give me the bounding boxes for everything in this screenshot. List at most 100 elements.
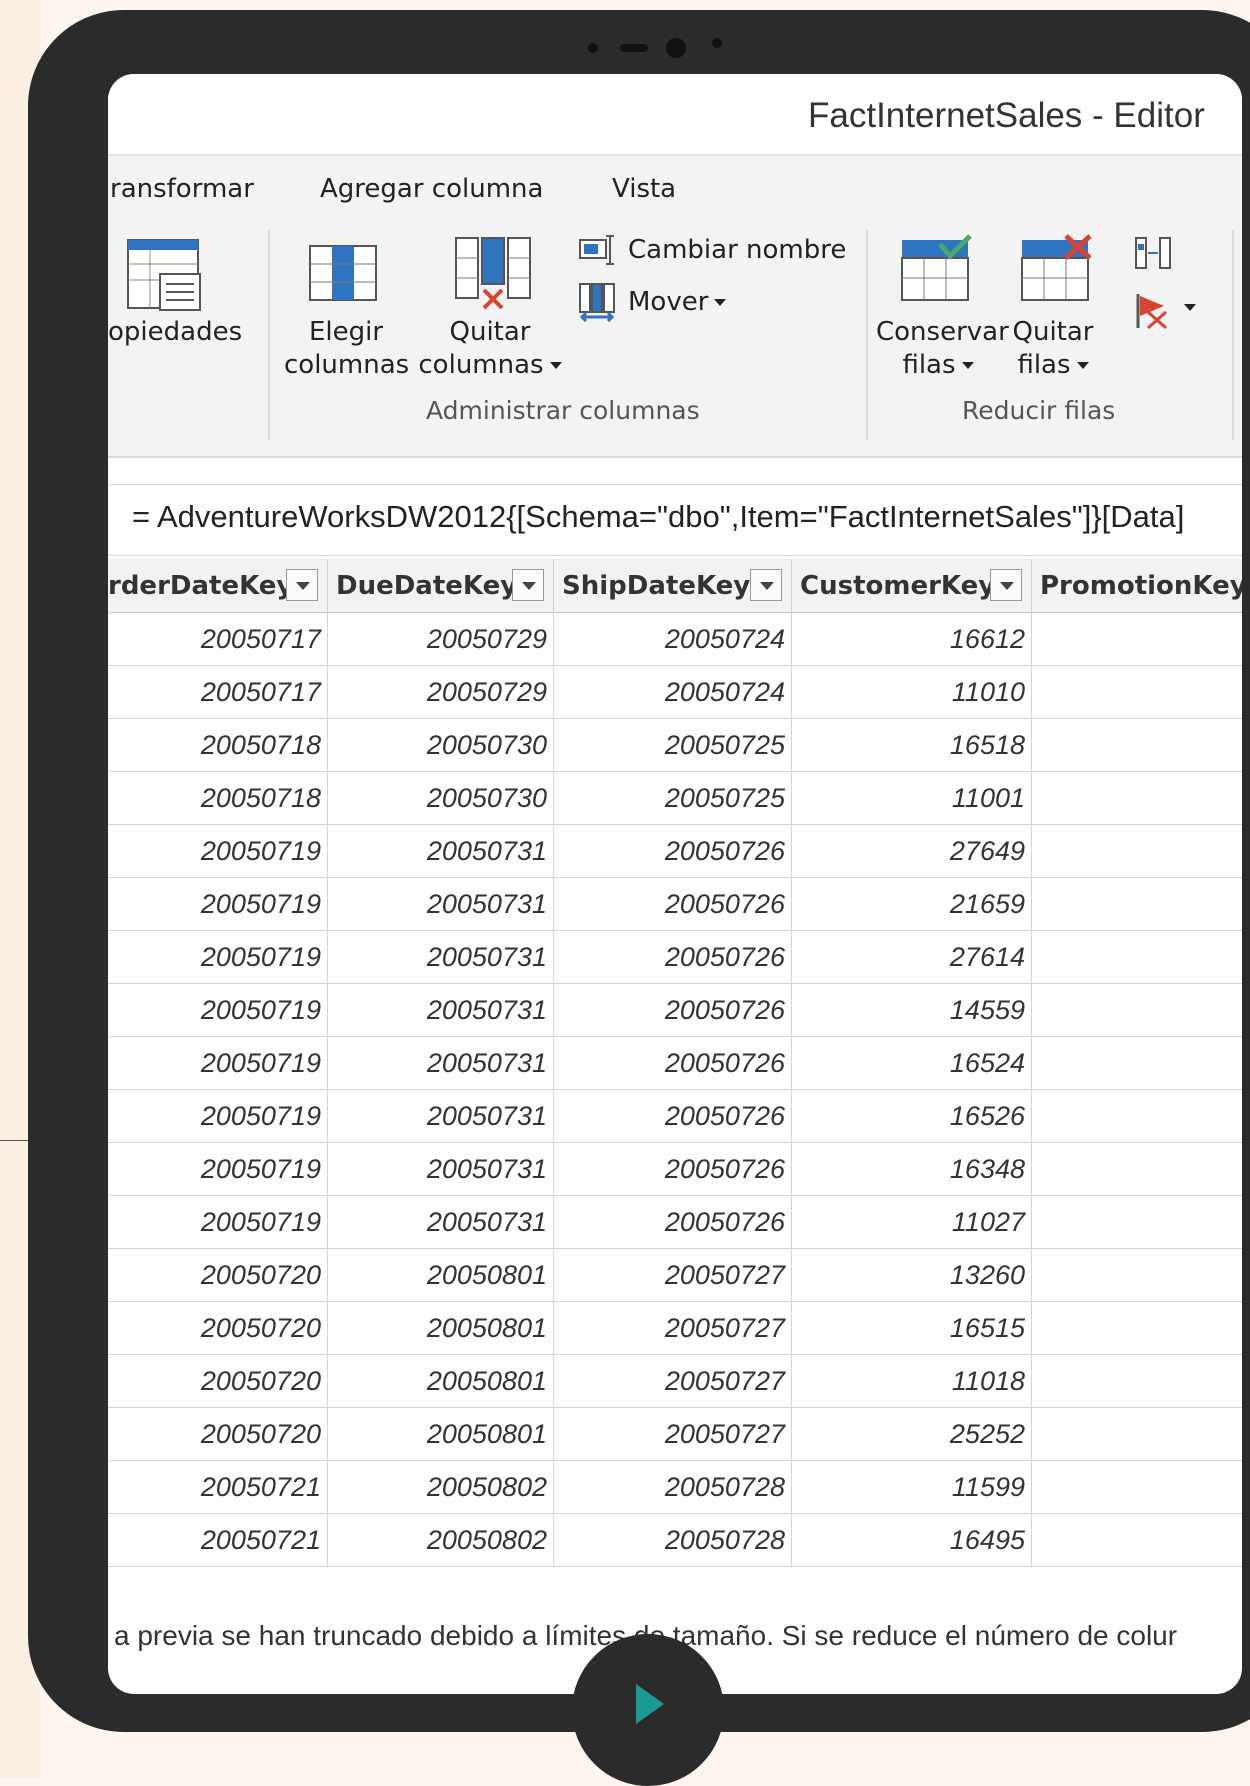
column-header-customerkey[interactable]: CustomerKey xyxy=(792,559,1032,613)
formula-bar[interactable]: = AdventureWorksDW2012{[Schema="dbo",Ite… xyxy=(108,484,1242,556)
table-cell[interactable]: 20050731 xyxy=(328,878,554,931)
table-cell[interactable]: 20050728 xyxy=(554,1461,792,1514)
table-cell[interactable]: 20050721 xyxy=(108,1514,328,1567)
formula-text[interactable]: = AdventureWorksDW2012{[Schema="dbo",Ite… xyxy=(132,499,1184,535)
table-cell[interactable] xyxy=(1032,825,1242,878)
table-cell[interactable]: 20050719 xyxy=(108,878,328,931)
column-header-shipdatekey[interactable]: ShipDateKey xyxy=(554,559,792,613)
table-cell[interactable]: 16612 xyxy=(792,613,1032,666)
tab-agregar-columna[interactable]: Agregar columna xyxy=(320,174,543,204)
table-cell[interactable]: 16526 xyxy=(792,1090,1032,1143)
table-cell[interactable]: 20050731 xyxy=(328,1037,554,1090)
table-cell[interactable]: 16348 xyxy=(792,1143,1032,1196)
table-cell[interactable]: 20050718 xyxy=(108,719,328,772)
filter-dropdown-icon[interactable] xyxy=(990,569,1022,601)
table-cell[interactable]: 16518 xyxy=(792,719,1032,772)
table-cell[interactable] xyxy=(1032,984,1242,1037)
table-cell[interactable]: 11027 xyxy=(792,1196,1032,1249)
table-cell[interactable] xyxy=(1032,666,1242,719)
table-cell[interactable]: 20050720 xyxy=(108,1249,328,1302)
tab-vista[interactable]: Vista xyxy=(612,174,676,204)
table-cell[interactable]: 20050726 xyxy=(554,1143,792,1196)
table-cell[interactable]: 20050719 xyxy=(108,825,328,878)
table-cell[interactable] xyxy=(1032,1249,1242,1302)
table-cell[interactable] xyxy=(1032,1461,1242,1514)
table-cell[interactable]: 20050728 xyxy=(554,1514,792,1567)
table-cell[interactable]: 20050719 xyxy=(108,931,328,984)
table-cell[interactable]: 20050727 xyxy=(554,1249,792,1302)
table-cell[interactable]: 20050731 xyxy=(328,1090,554,1143)
table-cell[interactable]: 20050726 xyxy=(554,1037,792,1090)
table-cell[interactable]: 20050801 xyxy=(328,1408,554,1461)
column-header-duedatekey[interactable]: DueDateKey xyxy=(328,559,554,613)
keep-range-icon[interactable] xyxy=(1132,236,1176,272)
table-cell[interactable]: 11018 xyxy=(792,1355,1032,1408)
table-cell[interactable]: 20050727 xyxy=(554,1408,792,1461)
column-header-orderdatekey[interactable]: rderDateKey xyxy=(108,559,328,613)
table-cell[interactable]: 21659 xyxy=(792,878,1032,931)
table-cell[interactable]: 20050725 xyxy=(554,772,792,825)
table-cell[interactable]: 20050717 xyxy=(108,666,328,719)
table-cell[interactable]: 20050802 xyxy=(328,1514,554,1567)
table-cell[interactable] xyxy=(1032,1355,1242,1408)
table-cell[interactable]: 20050719 xyxy=(108,1143,328,1196)
table-cell[interactable]: 20050720 xyxy=(108,1408,328,1461)
tab-transformar[interactable]: ransformar xyxy=(110,174,254,204)
table-cell[interactable]: 11001 xyxy=(792,772,1032,825)
table-cell[interactable] xyxy=(1032,1143,1242,1196)
table-cell[interactable]: 20050731 xyxy=(328,825,554,878)
table-cell[interactable]: 27614 xyxy=(792,931,1032,984)
table-cell[interactable]: 20050726 xyxy=(554,825,792,878)
column-header-promotionkey[interactable]: PromotionKey xyxy=(1032,559,1242,613)
table-cell[interactable]: 20050801 xyxy=(328,1249,554,1302)
table-cell[interactable] xyxy=(1032,1408,1242,1461)
table-cell[interactable] xyxy=(1032,878,1242,931)
table-cell[interactable] xyxy=(1032,613,1242,666)
table-cell[interactable] xyxy=(1032,1037,1242,1090)
table-cell[interactable] xyxy=(1032,1302,1242,1355)
table-cell[interactable]: 20050724 xyxy=(554,613,792,666)
table-cell[interactable]: 20050727 xyxy=(554,1302,792,1355)
table-cell[interactable] xyxy=(1032,1514,1242,1567)
table-cell[interactable] xyxy=(1032,772,1242,825)
table-cell[interactable]: 20050719 xyxy=(108,1037,328,1090)
table-cell[interactable]: 20050719 xyxy=(108,1090,328,1143)
table-cell[interactable]: 20050802 xyxy=(328,1461,554,1514)
table-cell[interactable]: 20050727 xyxy=(554,1355,792,1408)
table-cell[interactable]: 20050720 xyxy=(108,1355,328,1408)
table-cell[interactable] xyxy=(1032,1090,1242,1143)
table-cell[interactable]: 27649 xyxy=(792,825,1032,878)
table-cell[interactable]: 20050801 xyxy=(328,1302,554,1355)
table-cell[interactable]: 16524 xyxy=(792,1037,1032,1090)
table-cell[interactable]: 20050731 xyxy=(328,931,554,984)
table-cell[interactable]: 14559 xyxy=(792,984,1032,1037)
table-cell[interactable]: 20050730 xyxy=(328,772,554,825)
filter-dropdown-icon[interactable] xyxy=(286,569,318,601)
table-cell[interactable]: 20050729 xyxy=(328,613,554,666)
table-cell[interactable]: 20050719 xyxy=(108,1196,328,1249)
table-cell[interactable]: 20050721 xyxy=(108,1461,328,1514)
table-cell[interactable]: 20050726 xyxy=(554,931,792,984)
table-cell[interactable] xyxy=(1032,719,1242,772)
table-cell[interactable]: 16515 xyxy=(792,1302,1032,1355)
table-cell[interactable]: 25252 xyxy=(792,1408,1032,1461)
table-cell[interactable] xyxy=(1032,1196,1242,1249)
table-cell[interactable]: 20050726 xyxy=(554,1090,792,1143)
table-cell[interactable]: 20050725 xyxy=(554,719,792,772)
table-cell[interactable]: 16495 xyxy=(792,1514,1032,1567)
table-cell[interactable]: 20050719 xyxy=(108,984,328,1037)
table-cell[interactable] xyxy=(1032,931,1242,984)
table-cell[interactable]: 20050801 xyxy=(328,1355,554,1408)
table-cell[interactable]: 20050730 xyxy=(328,719,554,772)
table-cell[interactable]: 20050726 xyxy=(554,878,792,931)
table-cell[interactable]: 20050731 xyxy=(328,984,554,1037)
table-cell[interactable]: 20050718 xyxy=(108,772,328,825)
filter-dropdown-icon[interactable] xyxy=(512,569,544,601)
table-cell[interactable]: 20050720 xyxy=(108,1302,328,1355)
table-cell[interactable]: 20050726 xyxy=(554,984,792,1037)
table-cell[interactable]: 20050726 xyxy=(554,1196,792,1249)
table-cell[interactable]: 20050731 xyxy=(328,1143,554,1196)
table-cell[interactable]: 20050729 xyxy=(328,666,554,719)
table-cell[interactable]: 11599 xyxy=(792,1461,1032,1514)
table-cell[interactable]: 20050717 xyxy=(108,613,328,666)
